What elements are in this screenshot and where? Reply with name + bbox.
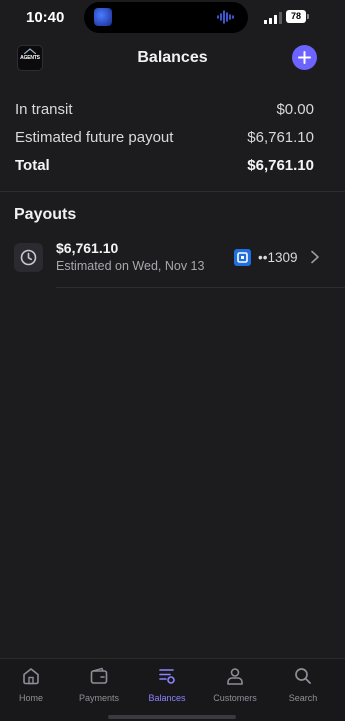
tab-label: Balances [148,693,186,703]
summary-row-total: Total $6,761.10 [15,154,314,182]
tab-search[interactable]: Search [270,666,336,708]
bank-account-last4: ••1309 [258,250,298,265]
clock-icon [20,249,37,266]
tab-label: Customers [213,693,257,703]
summary-value: $6,761.10 [247,157,314,174]
summary-value: $0.00 [276,101,314,118]
home-icon [23,668,39,685]
payout-amount: $6,761.10 [56,240,119,256]
bank-logo-icon [237,252,248,263]
add-button[interactable] [292,45,317,70]
search-icon [295,668,311,684]
plus-icon [298,51,311,64]
battery-indicator: 78 [286,10,309,23]
bank-icon [234,249,251,266]
status-time: 10:40 [26,9,65,26]
status-bar: 10:40 78 [0,0,345,36]
island-app-icon [94,8,112,26]
home-indicator [108,715,236,719]
summary-row-estimated-future-payout: Estimated future payout $6,761.10 [15,126,314,154]
tab-balances[interactable]: Balances [134,666,200,708]
tab-home[interactable]: Home [0,666,64,708]
tab-label: Search [288,693,318,703]
summary-label: Total [15,157,50,174]
dynamic-island [84,2,248,33]
section-divider [0,191,345,192]
balances-icon [159,669,175,684]
wallet-icon [90,667,108,684]
payout-divider [56,287,345,288]
header: AGENTS Balances [0,40,345,76]
payout-date: Estimated on Wed, Nov 13 [56,259,205,273]
chevron-right-icon [311,250,319,264]
tab-label: Payments [78,693,120,703]
summary-row-in-transit: In transit $0.00 [15,98,314,126]
audio-wave-icon [217,10,234,24]
summary-value: $6,761.10 [247,129,314,146]
payout-status [14,243,43,272]
summary-label: Estimated future payout [15,129,174,146]
cellular-signal-icon [264,12,282,24]
payouts-heading: Payouts [14,206,77,223]
summary-label: In transit [15,101,73,118]
payout-row[interactable]: $6,761.10 Estimated on Wed, Nov 13 ••130… [14,237,336,287]
balance-summary: In transit $0.00 Estimated future payout… [15,98,314,182]
tab-label: Home [18,693,43,703]
tab-customers[interactable]: Customers [202,666,268,708]
person-icon [227,668,243,685]
tab-payments[interactable]: Payments [66,666,132,708]
tab-bar: Home Payments Balances Customers Search [0,658,345,721]
